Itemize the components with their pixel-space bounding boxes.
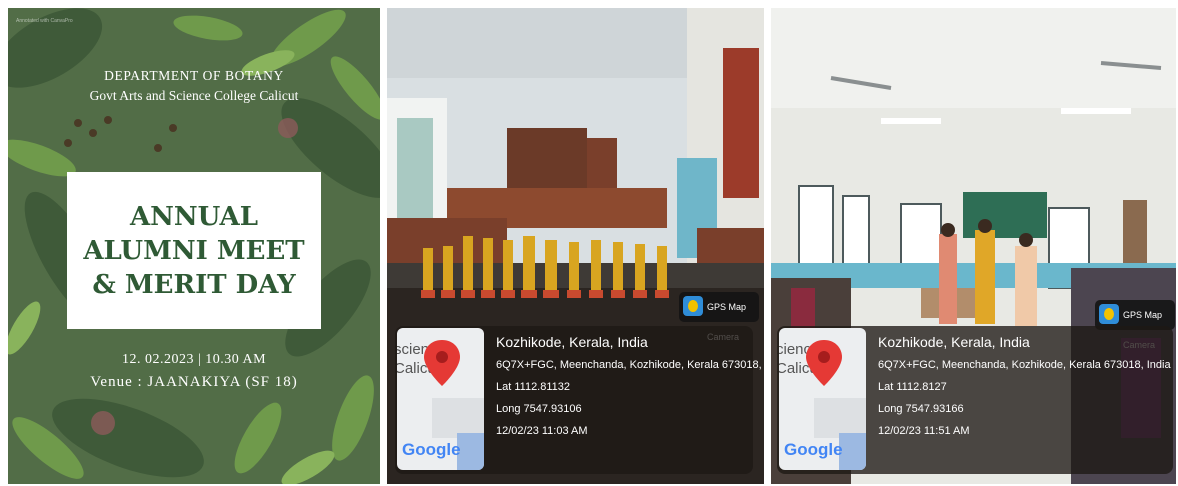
gps-longitude: Long 7547.93106 [496,403,582,415]
watermark: Annotated with CanvaPro [16,18,73,24]
gps-longitude: Long 7547.93166 [878,403,964,415]
gps-location: Kozhikode, Kerala, India [496,334,648,350]
gps-timestamp: 12/02/23 11:03 AM [496,425,588,437]
title-line: ALUMNI MEET [83,236,305,266]
gps-latitude: Lat 1112.81132 [496,381,571,393]
gps-latitude: Lat 1112.8127 [878,381,947,393]
classroom-photo: GPS Map Camera cience Calicut Google Koz… [771,8,1176,484]
gps-address: 6Q7X+FGC, Meenchanda, Kozhikode, Kerala … [878,359,1171,371]
gps-timestamp: 12/02/23 11:51 AM [878,425,970,437]
title-line: & MERIT DAY [92,270,296,300]
mini-map: cience Calicut Google [779,328,866,470]
gps-camera-icon [1099,304,1119,324]
college-name: Govt Arts and Science College Calicut [89,88,299,103]
event-date-time: 12. 02.2023 | 10.30 AM [121,352,267,367]
gps-address: 6Q7X+FGC, Meenchanda, Kozhikode, Kerala … [496,359,764,371]
event-venue: Venue : JAANAKIYA (SF 18) [90,374,298,390]
gps-camera-icon [683,296,703,316]
gps-info-card: cience Calicut Google Kozhikode, Kerala,… [777,326,1173,474]
google-logo: Google [402,440,461,459]
mini-map: science Calicut Google [397,328,484,470]
google-logo: Google [784,440,843,459]
gps-location: Kozhikode, Kerala, India [878,334,1030,350]
gps-info-card: science Calicut Google Kozhikode, Kerala… [395,326,764,474]
title-line: ANNUAL [129,202,259,232]
lab-photo: GPS Map Camera science Calicut Google Ko… [387,8,764,484]
gps-camera-badge: GPS Map Camera [679,292,759,342]
title-box: ANNUAL ALUMNI MEET & MERIT DAY [67,172,321,329]
department-name: DEPARTMENT OF BOTANY [104,68,284,83]
poster-image: Annotated with CanvaPro DEPARTMENT OF BO… [8,8,380,484]
